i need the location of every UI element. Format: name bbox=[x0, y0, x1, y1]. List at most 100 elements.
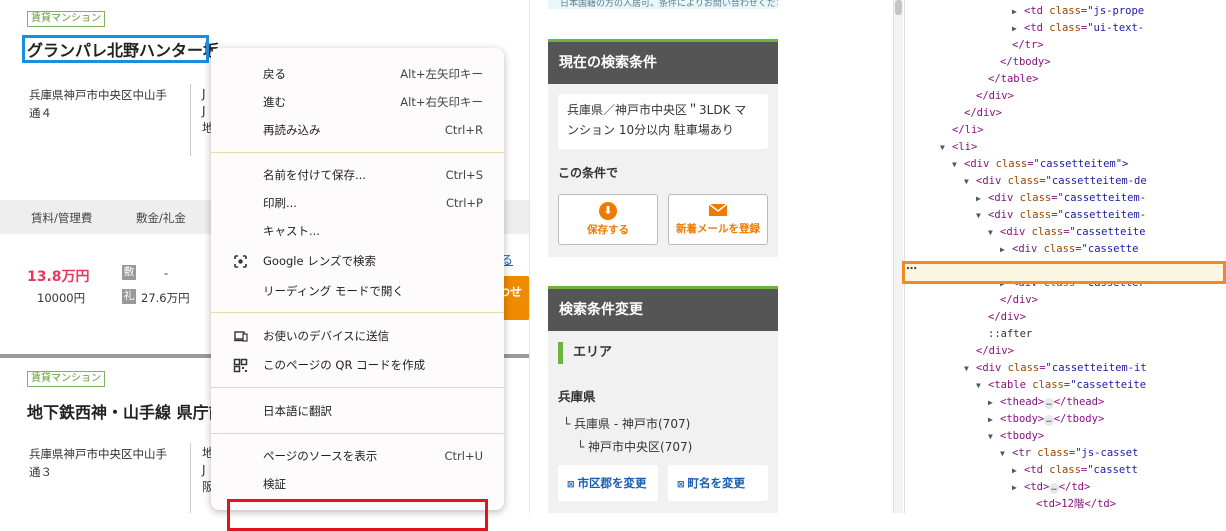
collapsed-content-ellipsis[interactable]: … bbox=[1049, 483, 1059, 494]
dom-node-text: <table class="cassetteite bbox=[988, 379, 1147, 391]
change-icon: ⊠ bbox=[567, 480, 575, 490]
menu-item-back[interactable]: 戻る Alt+左矢印キー bbox=[211, 60, 504, 88]
menu-item-shortcut: Ctrl+R bbox=[444, 123, 483, 137]
dom-node-text: </div> bbox=[976, 345, 1014, 357]
dom-tree-line[interactable]: ▶ <td class="ui-text- bbox=[1012, 20, 1144, 37]
dom-tree-line[interactable]: ▶ <div class="cassette bbox=[1000, 241, 1138, 258]
closing-tag: </tbody> bbox=[1053, 413, 1105, 425]
scrollbar-thumb[interactable] bbox=[895, 0, 902, 15]
menu-item-view-source[interactable]: ページのソースを表示 Ctrl+U bbox=[211, 442, 504, 470]
property-address: 兵庫県神戸市中央区中山手 通４ bbox=[29, 86, 167, 122]
prefecture-label: 兵庫県 bbox=[558, 389, 596, 404]
more-options-icon[interactable]: ⋯ bbox=[906, 262, 917, 275]
deposit-column-header: 敷金/礼金 bbox=[136, 211, 186, 225]
dom-tree-line[interactable]: </table> bbox=[976, 71, 1039, 88]
menu-item-label: 名前を付けて保存... bbox=[263, 168, 366, 182]
collapse-arrow-icon[interactable]: ▼ bbox=[1000, 445, 1012, 462]
dom-node-text: <div class="cassetteitem- bbox=[988, 209, 1147, 221]
dom-tree-line[interactable]: ▶ <td>… </td> bbox=[1012, 479, 1090, 496]
dom-tree-line[interactable]: ▶ <div class="cassetteitem- bbox=[976, 190, 1146, 207]
menu-item-send-to-device[interactable]: お使いのデバイスに送信 bbox=[211, 322, 504, 350]
change-town-label: 町名を変更 bbox=[687, 476, 746, 490]
dom-node-text: <td class="cassett bbox=[1024, 464, 1138, 476]
dom-tree-line[interactable]: ▶ <td class="js-prope bbox=[1012, 3, 1144, 20]
rent-price: 13.8万円 bbox=[27, 269, 90, 285]
collapse-arrow-icon[interactable]: ▼ bbox=[940, 139, 952, 156]
collapse-arrow-icon[interactable]: ▼ bbox=[988, 224, 1000, 241]
register-mail-button[interactable]: 新着メールを登録 bbox=[668, 194, 768, 245]
save-conditions-button[interactable]: ⬇ 保存する bbox=[558, 194, 658, 245]
save-conditions-label: 保存する bbox=[587, 224, 629, 236]
collapse-arrow-icon[interactable]: ▼ bbox=[964, 173, 976, 190]
dom-tree-line[interactable]: </div> bbox=[964, 343, 1014, 360]
dom-node-text: <tbody> bbox=[1000, 430, 1045, 442]
collapsed-content-ellipsis[interactable]: … bbox=[1044, 415, 1054, 426]
menu-item-inspect[interactable]: 検証 bbox=[211, 470, 504, 498]
menu-item-label: Google レンズで検索 bbox=[263, 254, 376, 268]
dom-tree-line[interactable]: </div> bbox=[964, 88, 1014, 105]
collapse-arrow-icon[interactable]: ▼ bbox=[976, 207, 988, 224]
expand-arrow-icon[interactable]: ▶ bbox=[988, 411, 1000, 428]
dom-tree-line[interactable]: ▼ <table class="cassetteite bbox=[976, 377, 1146, 394]
closing-tag: </td> bbox=[1058, 481, 1091, 493]
menu-item-reload[interactable]: 再読み込み Ctrl+R bbox=[211, 116, 504, 144]
dom-tree-line[interactable]: ▼ <div class="cassetteitem"> bbox=[952, 156, 1128, 173]
context-menu: 戻る Alt+左矢印キー 進む Alt+右矢印キー 再読み込み Ctrl+R 名… bbox=[211, 48, 504, 510]
dom-node-text: <tr class="js-casset bbox=[1012, 447, 1139, 459]
dom-node-text: <thead> bbox=[1000, 396, 1045, 408]
dom-tree-line[interactable]: </div> bbox=[952, 105, 1002, 122]
expand-arrow-icon[interactable]: ▶ bbox=[1012, 462, 1024, 479]
dom-tree-line[interactable]: ▼ <tr class="js-casset bbox=[1000, 445, 1138, 462]
menu-item-shortcut: Ctrl+P bbox=[445, 196, 483, 210]
menu-item-forward[interactable]: 進む Alt+右矢印キー bbox=[211, 88, 504, 116]
collapse-arrow-icon[interactable]: ▼ bbox=[988, 428, 1000, 445]
collapse-arrow-icon[interactable]: ▼ bbox=[952, 156, 964, 173]
dom-tree-line[interactable]: ▼ <div class="cassetteitem-it bbox=[964, 360, 1147, 377]
expand-arrow-icon[interactable]: ▶ bbox=[1000, 241, 1012, 258]
menu-item-translate[interactable]: 日本語に翻訳 bbox=[211, 397, 504, 425]
menu-item-save-as[interactable]: 名前を付けて保存... Ctrl+S bbox=[211, 161, 504, 189]
lens-icon bbox=[234, 255, 247, 268]
dom-tree-line[interactable]: ▶ <thead>… </thead> bbox=[988, 394, 1104, 411]
dom-tree-line[interactable]: ▶ <tbody>… </tbody> bbox=[988, 411, 1104, 428]
selected-dom-node-highlight[interactable] bbox=[902, 261, 1226, 284]
dom-tree-line[interactable]: </li> bbox=[940, 122, 984, 139]
expand-arrow-icon[interactable]: ▶ bbox=[1012, 3, 1024, 20]
menu-item-reading-mode[interactable]: リーディング モードで開く bbox=[211, 277, 504, 305]
dom-tree-line[interactable]: ▼ <li> bbox=[940, 139, 977, 156]
menu-item-cast[interactable]: キャスト... bbox=[211, 217, 504, 245]
expand-arrow-icon[interactable]: ▶ bbox=[1012, 20, 1024, 37]
dom-tree-line[interactable]: </tbody> bbox=[988, 54, 1051, 71]
menu-separator bbox=[211, 152, 504, 153]
dom-tree-line[interactable]: <td>12階</td> bbox=[1024, 496, 1116, 513]
dom-tree-line[interactable]: ▼ <div class="cassetteite bbox=[988, 224, 1145, 241]
dom-tree-line[interactable]: ▶ <td class="cassett bbox=[1012, 462, 1138, 479]
with-these-conditions-label: この条件で bbox=[558, 166, 619, 180]
dom-tree-line[interactable]: ▼ <div class="cassetteitem- bbox=[976, 207, 1146, 224]
expand-arrow-icon[interactable]: ▶ bbox=[1012, 479, 1024, 496]
dom-tree-line[interactable]: ▼ <tbody> bbox=[988, 428, 1044, 445]
dom-node-text: <td>12階</td> bbox=[1036, 498, 1117, 510]
collapsed-content-ellipsis[interactable]: … bbox=[1044, 398, 1054, 409]
menu-item-shortcut: Ctrl+S bbox=[445, 168, 483, 182]
expand-arrow-icon[interactable]: ▶ bbox=[988, 394, 1000, 411]
dom-tree-line[interactable]: ▼ <div class="cassetteitem-de bbox=[964, 173, 1147, 190]
change-town-button[interactable]: ⊠ 町名を変更 bbox=[668, 465, 768, 501]
property-title[interactable]: 地下鉄西神・山手線 県庁前 bbox=[27, 399, 225, 423]
collapse-arrow-icon[interactable]: ▼ bbox=[964, 360, 976, 377]
menu-item-print[interactable]: 印刷... Ctrl+P bbox=[211, 189, 504, 217]
dom-tree-line[interactable]: ::after bbox=[976, 326, 1032, 343]
menu-item-label: 検証 bbox=[263, 477, 286, 491]
collapse-arrow-icon[interactable]: ▼ bbox=[976, 377, 988, 394]
dom-tree-line[interactable]: </div> bbox=[976, 309, 1026, 326]
change-icon: ⊠ bbox=[677, 480, 685, 490]
expand-arrow-icon[interactable]: ▶ bbox=[976, 190, 988, 207]
menu-item-google-lens[interactable]: Google レンズで検索 bbox=[211, 247, 504, 275]
dom-tree-line[interactable]: </div> bbox=[988, 292, 1038, 309]
dom-node-text: </div> bbox=[1000, 294, 1038, 306]
area-section-label: エリア bbox=[558, 342, 612, 364]
menu-item-qr-code[interactable]: このページの QR コードを作成 bbox=[211, 351, 504, 379]
devtools-scrollbar[interactable] bbox=[894, 0, 903, 513]
dom-tree-line[interactable]: </tr> bbox=[1000, 37, 1044, 54]
change-city-button[interactable]: ⊠ 市区郡を変更 bbox=[558, 465, 658, 501]
